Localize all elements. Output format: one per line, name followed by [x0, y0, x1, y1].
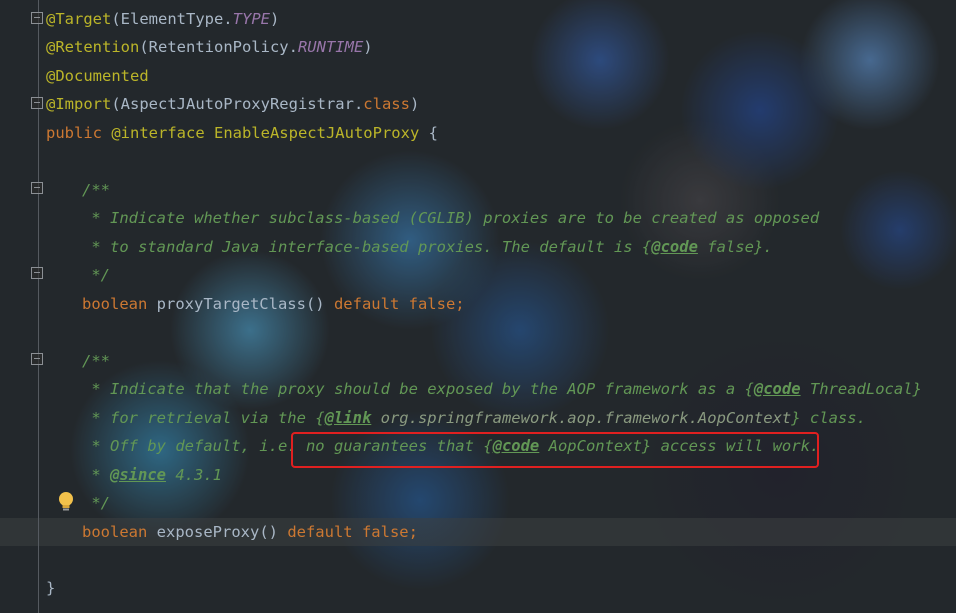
javadoc-tag: @link — [324, 409, 372, 427]
doc-comment: } class. — [791, 409, 866, 427]
annotation: @Documented — [46, 67, 149, 85]
code-line-7: * Indicate whether subclass-based (CGLIB… — [82, 204, 819, 232]
javadoc-tag: @code — [651, 238, 698, 256]
doc-comment: * Indicate whether subclass-based (CGLIB… — [82, 209, 820, 227]
code-line-10: boolean proxyTargetClass() default false… — [82, 290, 465, 318]
closing-brace: } — [46, 579, 56, 597]
code-line-18: } — [46, 574, 55, 602]
code-text: () — [305, 295, 334, 313]
doc-comment: false}. — [697, 238, 773, 256]
fold-marker-icon[interactable] — [31, 182, 43, 194]
code-line-16: */ — [82, 489, 110, 517]
code-text: ) — [363, 38, 373, 56]
code-line-2: @Retention(RetentionPolicy.RUNTIME) — [46, 33, 373, 61]
keyword: boolean — [82, 295, 148, 313]
code-line-1: @Target(ElementType.TYPE) — [46, 5, 279, 33]
code-text: (RetentionPolicy. — [139, 38, 298, 56]
method-name: exposeProxy — [147, 523, 260, 541]
code-line-3: @Documented — [46, 62, 149, 90]
code-line-12: * Indicate that the proxy should be expo… — [82, 375, 922, 403]
javadoc-reference[interactable]: org.springframework.aop.framework.AopCon… — [371, 409, 792, 427]
doc-comment: */ — [82, 494, 110, 512]
doc-comment: * to standard Java interface-based proxi… — [82, 238, 652, 256]
javadoc-tag: @code — [753, 380, 801, 398]
fold-marker-icon[interactable] — [31, 267, 43, 279]
code-line-15: * @since 4.3.1 — [82, 461, 222, 489]
javadoc-tag: @since — [110, 466, 166, 484]
keyword: default false — [333, 295, 456, 313]
code-text: ; — [455, 295, 465, 313]
annotation: @Retention — [46, 38, 140, 56]
fold-marker-icon[interactable] — [31, 12, 43, 24]
code-line-11: /** — [82, 347, 110, 375]
doc-comment: /** — [82, 181, 110, 199]
annotation: @Import — [46, 95, 112, 113]
keyword: class — [363, 95, 410, 113]
editor-gutter[interactable] — [0, 0, 38, 613]
code-text: { — [419, 124, 438, 142]
code-line-6: /** — [82, 176, 110, 204]
doc-comment: * Indicate that the proxy should be expo… — [82, 380, 754, 398]
annotation: @interface — [102, 124, 214, 142]
code-text: () — [259, 523, 288, 541]
code-line-13: * for retrieval via the {@link org.sprin… — [82, 404, 866, 432]
code-line-5: public @interface EnableAspectJAutoProxy… — [46, 119, 438, 147]
method-name: proxyTargetClass — [147, 295, 306, 313]
fold-marker-icon[interactable] — [31, 353, 43, 365]
code-text: ) — [409, 95, 420, 113]
since-version: 4.3.1 — [166, 466, 222, 484]
doc-comment: /** — [82, 352, 110, 370]
code-line-4: @Import(AspectJAutoProxyRegistrar.class) — [46, 90, 419, 118]
code-line-8: * to standard Java interface-based proxi… — [82, 233, 773, 261]
code-text: ) — [269, 10, 280, 28]
doc-comment: ThreadLocal} — [800, 380, 922, 398]
fold-marker-icon[interactable] — [31, 97, 43, 109]
doc-comment: */ — [82, 266, 110, 284]
lightbulb-icon[interactable] — [56, 491, 76, 513]
keyword: boolean — [82, 523, 148, 541]
interface-name: EnableAspectJAutoProxy — [213, 124, 420, 142]
code-text: (ElementType. — [111, 10, 233, 28]
gutter-divider — [38, 0, 39, 613]
keyword: public — [46, 124, 102, 142]
doc-comment: * — [82, 466, 110, 484]
annotation: @Target — [46, 10, 112, 28]
doc-comment: * for retrieval via the { — [82, 409, 325, 427]
code-text: ; — [408, 523, 418, 541]
code-text: (AspectJAutoProxyRegistrar. — [111, 95, 364, 113]
enum-constant: RUNTIME — [297, 38, 364, 56]
red-highlight-box — [291, 432, 819, 468]
code-line-9: */ — [82, 261, 110, 289]
code-line-17: boolean exposeProxy() default false; — [82, 518, 418, 546]
keyword: default false — [287, 523, 409, 541]
enum-constant: TYPE — [232, 10, 270, 28]
